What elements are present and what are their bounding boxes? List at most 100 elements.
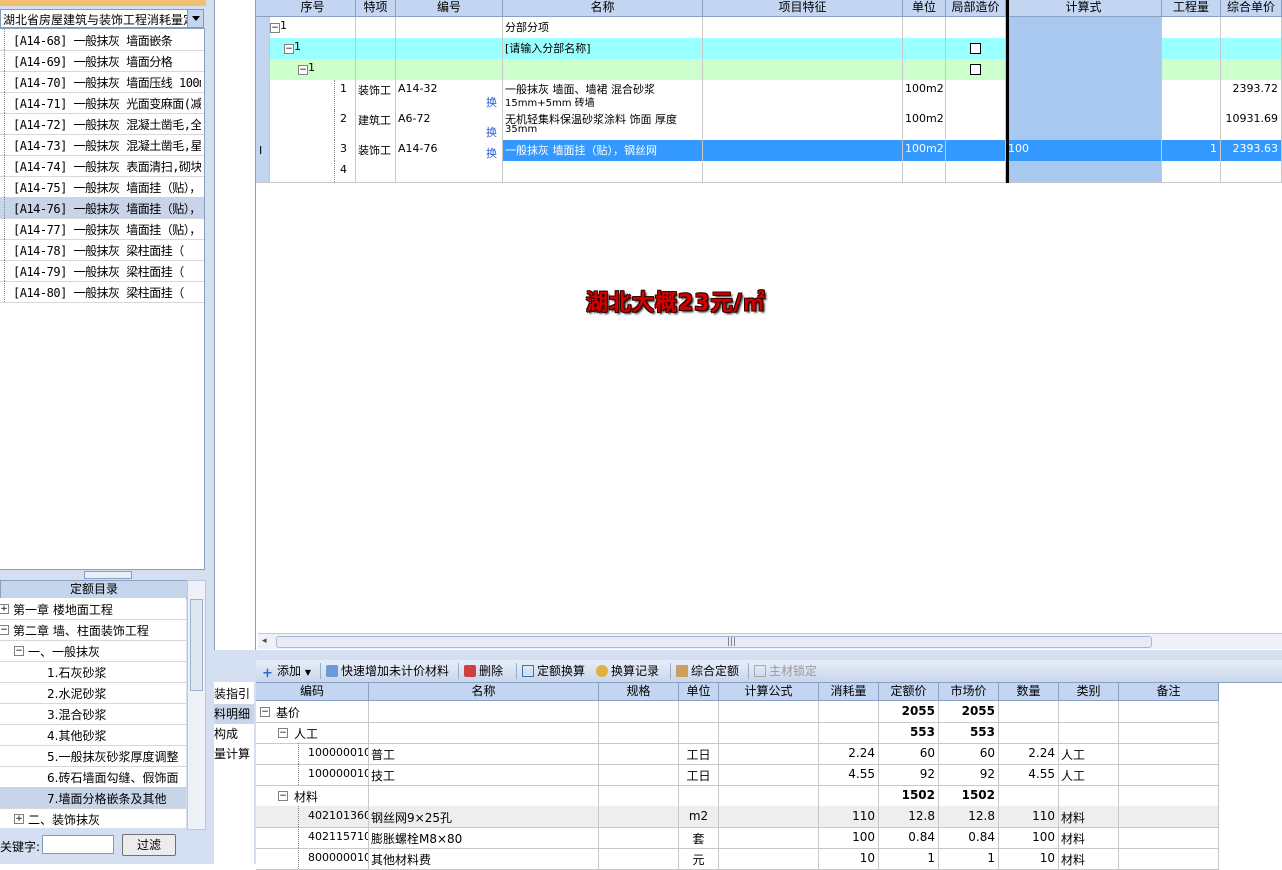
local-cost-cell[interactable] [946,59,1006,80]
unit-cell[interactable]: 元 [679,848,719,869]
spec-cell[interactable] [599,785,679,806]
tree-scrollbar[interactable] [187,580,206,830]
column-header[interactable]: 综合单价 [1221,0,1282,16]
code-cell[interactable] [396,38,503,59]
delete-button[interactable]: 删除 [464,663,503,679]
tree-item[interactable]: 1.石灰砂浆 [0,661,186,683]
formula-cell[interactable] [1006,161,1162,182]
unit-cell[interactable]: 100m2 [903,140,946,161]
row-marker-cell[interactable] [256,17,270,38]
tree-item[interactable]: 3.混合砂浆 [0,703,186,725]
quota-list-item[interactable]: [A14-69] 一般抹灰 墙面分格 [0,50,204,72]
quota-list-item[interactable]: [A14-80] 一般抹灰 梁柱面挂（ [0,281,204,303]
code-cell[interactable]: − 基价 [256,701,369,722]
unit-price-cell[interactable]: 2393.72 [1221,80,1282,110]
feature-cell[interactable] [703,38,903,59]
quick-add-material-button[interactable]: 快速增加未计价材料 [326,663,449,679]
formula-cell[interactable] [1006,59,1162,80]
category-cell[interactable]: 材料 [1059,848,1119,869]
main-material-lock-button[interactable]: 主材锁定 [754,663,817,679]
local-cost-cell[interactable] [946,161,1006,182]
column-header[interactable]: 定额价 [879,683,939,700]
special-cell[interactable] [356,38,396,59]
tree-item[interactable]: 5.一般抹灰砂浆厚度调整 [0,745,186,767]
unit-cell[interactable]: 100m2 [903,80,946,110]
tree-item[interactable]: 7.墙面分格嵌条及其他 [0,787,186,809]
formula-cell[interactable] [719,806,819,827]
consumption-cell[interactable]: 4.55 [819,764,879,785]
code-cell[interactable]: A14-32 换 [396,80,503,110]
unit-price-cell[interactable] [1221,59,1282,80]
keyword-input[interactable] [42,835,114,854]
special-cell[interactable]: 装饰工 [356,140,396,161]
local-cost-cell[interactable] [946,38,1006,59]
unit-cell[interactable] [903,161,946,182]
unit-cell[interactable] [903,38,946,59]
formula-cell[interactable] [719,701,819,722]
category-cell[interactable] [1059,722,1119,743]
chevron-down-icon[interactable] [187,10,203,27]
formula-cell[interactable] [719,764,819,785]
local-cost-cell[interactable] [946,140,1006,161]
spec-cell[interactable] [599,764,679,785]
name-cell[interactable]: 无机轻集料保温砂浆涂料 饰面 厚度 35mm [503,110,703,140]
name-cell[interactable]: [请输入分部名称] [503,38,703,59]
quota-list-item[interactable]: [A14-77] 一般抹灰 墙面挂（贴）， [0,218,204,240]
scroll-thumb[interactable] [190,599,203,691]
quota-list-item[interactable]: [A14-78] 一般抹灰 梁柱面挂（ [0,239,204,261]
formula-cell[interactable] [719,785,819,806]
row-marker-cell[interactable] [256,59,270,80]
name-cell[interactable]: 一般抹灰 墙面挂（贴），钢丝网 [503,140,703,161]
seq-cell[interactable]: −1 [270,17,356,38]
remark-cell[interactable] [1119,827,1219,848]
quantity-cell[interactable] [1162,80,1221,110]
name-cell[interactable] [503,59,703,80]
name-cell[interactable]: 分部分项 [503,17,703,38]
column-header[interactable]: 项目特征 [703,0,903,16]
tree-item[interactable]: − 第二章 墙、柱面装饰工程 [0,619,186,641]
column-header[interactable]: 单位 [903,0,946,16]
column-header[interactable]: 工程量 [1162,0,1221,16]
unit-price-cell[interactable] [1221,161,1282,182]
code-cell[interactable] [396,17,503,38]
category-cell[interactable]: 材料 [1059,827,1119,848]
collapse-icon[interactable]: − [260,707,270,717]
amount-cell[interactable]: 110 [999,806,1059,827]
code-cell[interactable]: A14-76 换 [396,140,503,162]
grid-row[interactable]: −1 分部分项 [256,17,1282,39]
column-header[interactable]: 数量 [999,683,1059,700]
name-cell[interactable]: 技工 [369,764,599,785]
remark-cell[interactable] [1119,764,1219,785]
column-header[interactable]: 编码 [256,683,369,700]
column-header[interactable]: 序号 [270,0,356,16]
seq-cell[interactable]: −1 [270,59,356,80]
name-cell[interactable]: 膨胀螺栓M8×80 [369,827,599,848]
resource-row[interactable]: 8000000100其他材料费 元 10 1 1 10 材料 [256,848,1219,870]
row-marker-cell[interactable] [256,80,270,110]
unit-cell[interactable]: m2 [679,806,719,827]
quota-price-cell[interactable]: 1502 [879,785,939,806]
amount-cell[interactable]: 10 [999,848,1059,869]
consumption-cell[interactable] [819,701,879,722]
unit-price-cell[interactable] [1221,38,1282,59]
unit-cell[interactable]: 100m2 [903,110,946,140]
special-cell[interactable]: 装饰工 [356,80,396,110]
unit-cell[interactable]: 工日 [679,764,719,785]
column-header[interactable]: 消耗量 [819,683,879,700]
category-cell[interactable]: 材料 [1059,806,1119,827]
name-cell[interactable] [503,161,703,182]
code-cell[interactable]: 1000000100 [256,743,369,764]
formula-cell[interactable] [719,827,819,848]
consumption-cell[interactable] [819,722,879,743]
column-header[interactable]: 特项 [356,0,396,16]
quota-library-select[interactable]: 湖北省房屋建筑与装饰工程消耗量定额 [0,9,204,28]
quota-list[interactable]: [A14-68] 一般抹灰 墙面嵌条 [A14-69] 一般抹灰 墙面分格 [A14… [0,28,205,570]
quota-list-item[interactable]: [A14-79] 一般抹灰 梁柱面挂（ [0,260,204,282]
resource-row[interactable]: − 人工 553 553 [256,722,1219,744]
quota-price-cell[interactable]: 553 [879,722,939,743]
market-price-cell[interactable]: 0.84 [939,827,999,848]
side-tab[interactable]: 构成 [214,724,254,744]
quantity-cell[interactable]: 1 [1162,140,1221,161]
unit-cell[interactable] [903,17,946,38]
quota-price-cell[interactable]: 60 [879,743,939,764]
